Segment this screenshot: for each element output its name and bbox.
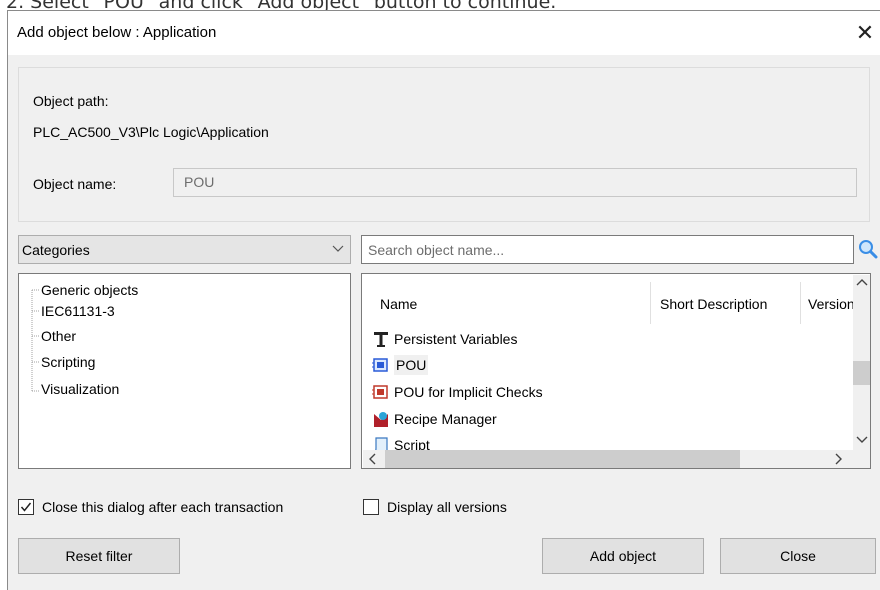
list-item-pou[interactable]: POU <box>372 353 429 377</box>
object-list: Name Short Description Version Persisten… <box>361 273 871 469</box>
object-path-value: PLC_AC500_V3\Plc Logic\Application <box>33 124 269 140</box>
recipe-manager-icon <box>372 410 390 428</box>
scroll-right-icon[interactable] <box>833 450 843 468</box>
list-item-persistent-variables[interactable]: Persistent Variables <box>372 327 517 351</box>
search-box[interactable] <box>361 235 854 264</box>
search-icon[interactable] <box>857 238 879 260</box>
scroll-down-icon[interactable] <box>856 435 868 448</box>
close-after-transaction-label: Close this dialog after each transaction <box>42 499 284 515</box>
scrollbar-corner <box>853 450 870 468</box>
dialog-title: Add object below : Application <box>17 24 217 41</box>
list-item-recipe-manager[interactable]: Recipe Manager <box>372 407 497 431</box>
title-bar: Add object below : Application ✕ <box>8 11 880 55</box>
pou-icon <box>372 356 390 374</box>
add-object-dialog: Add object below : Application ✕ Object … <box>7 10 880 590</box>
column-separator <box>800 282 801 324</box>
tree-item-visualization[interactable]: Visualization <box>41 381 119 397</box>
close-button[interactable]: Close <box>720 538 876 574</box>
reset-filter-button[interactable]: Reset filter <box>18 538 180 574</box>
list-item-pou-for-implicit-checks[interactable]: POU for Implicit Checks <box>372 380 543 404</box>
vertical-scroll-thumb[interactable] <box>853 361 870 385</box>
vertical-scrollbar[interactable] <box>853 275 870 450</box>
column-header-short-description[interactable]: Short Description <box>660 296 767 312</box>
object-info-group <box>18 67 870 222</box>
categories-selected: Categories <box>22 242 90 258</box>
horizontal-scrollbar[interactable] <box>363 450 853 468</box>
horizontal-scroll-thumb[interactable] <box>385 450 740 468</box>
object-path-label: Object path: <box>33 93 109 109</box>
display-all-versions-label: Display all versions <box>387 499 507 515</box>
display-all-versions-option[interactable]: Display all versions <box>363 499 507 515</box>
pou-implicit-checks-icon <box>372 383 390 401</box>
list-item-label: POU <box>394 355 429 375</box>
list-item-label: Persistent Variables <box>394 331 518 347</box>
persistent-variables-icon <box>372 330 390 348</box>
tree-item-iec61131-3[interactable]: IEC61131-3 <box>41 303 115 319</box>
scroll-up-icon[interactable] <box>856 277 868 290</box>
add-object-button[interactable]: Add object <box>542 538 704 574</box>
close-after-transaction-checkbox[interactable] <box>18 499 34 515</box>
object-name-label: Object name: <box>33 176 117 192</box>
tree-item-other[interactable]: Other <box>41 328 76 344</box>
list-item-label: Recipe Manager <box>394 411 497 427</box>
categories-tree: Generic objects IEC61131-3 Other Scripti… <box>18 273 351 469</box>
tree-item-generic-objects[interactable]: Generic objects <box>41 282 138 298</box>
checkmark-icon <box>20 502 32 512</box>
close-after-transaction-option[interactable]: Close this dialog after each transaction <box>18 499 283 515</box>
tree-item-scripting[interactable]: Scripting <box>41 354 95 370</box>
chevron-down-icon <box>332 241 344 258</box>
object-name-field[interactable]: POU <box>173 168 857 197</box>
close-icon[interactable]: ✕ <box>851 19 879 47</box>
column-separator <box>650 282 651 324</box>
column-header-version[interactable]: Version <box>808 296 854 312</box>
display-all-versions-checkbox[interactable] <box>363 499 379 515</box>
scroll-left-icon[interactable] <box>368 450 378 468</box>
categories-dropdown[interactable]: Categories <box>18 235 351 264</box>
list-item-label: POU for Implicit Checks <box>394 384 543 400</box>
search-input[interactable] <box>362 236 853 263</box>
column-header-name[interactable]: Name <box>380 296 417 312</box>
